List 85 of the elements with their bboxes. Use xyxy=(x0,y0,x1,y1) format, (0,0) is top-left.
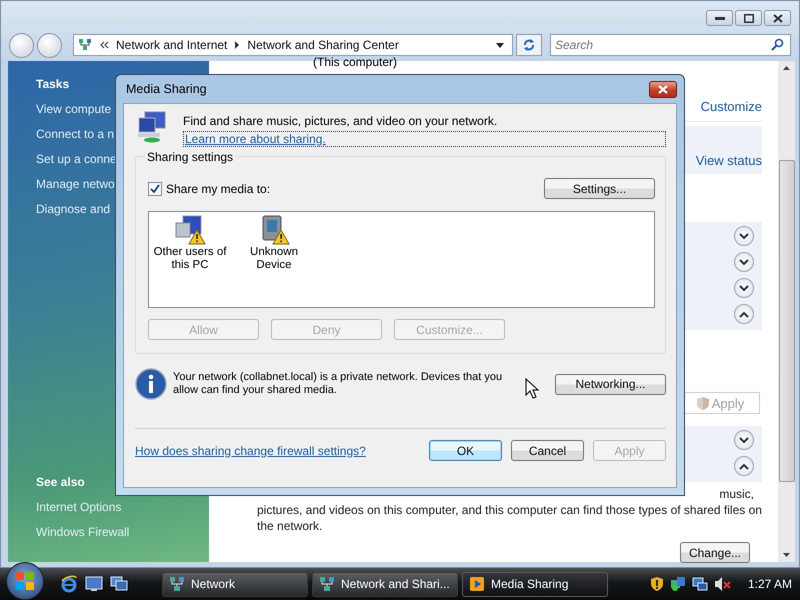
scrollbar[interactable] xyxy=(778,61,795,562)
computer-caption: (This computer) xyxy=(313,55,398,69)
description-text: pictures, and videos on this computer, and this computer can find those types of shared files on the network. xyxy=(257,502,763,534)
change-button[interactable]: Change... xyxy=(680,542,750,563)
intro-text: Find and share music, pictures, and video on your network. xyxy=(183,114,498,128)
network-connection-icon[interactable] xyxy=(692,576,708,592)
close-icon xyxy=(657,84,669,94)
network-icon xyxy=(169,576,185,592)
description-text: music, xyxy=(719,486,754,502)
dropdown-arrow-icon[interactable] xyxy=(496,42,504,48)
networking-button[interactable]: Networking... xyxy=(555,374,666,394)
task-link[interactable]: View compute xyxy=(36,102,112,116)
firewall-help-link[interactable]: How does sharing change firewall settings? xyxy=(135,444,366,458)
scroll-down-icon[interactable] xyxy=(783,553,790,557)
minimize-icon xyxy=(714,16,724,20)
taskbar-button[interactable]: Media Sharing xyxy=(462,572,608,596)
clock[interactable]: 1:27 AM xyxy=(748,577,792,591)
expand-button[interactable] xyxy=(734,226,754,246)
task-link[interactable]: Set up a conne xyxy=(36,152,117,166)
security-shield-icon[interactable] xyxy=(650,576,664,592)
windows-logo-icon xyxy=(13,569,37,593)
search-field[interactable]: Search xyxy=(550,34,791,56)
browser-icon[interactable] xyxy=(60,575,78,593)
checkbox[interactable] xyxy=(148,182,162,196)
maximize-icon xyxy=(744,14,754,22)
chevron-icon xyxy=(99,41,109,49)
device-list[interactable]: Other users of this PC Unknown Device xyxy=(148,211,655,308)
expand-button[interactable] xyxy=(734,430,754,450)
forward-button[interactable] xyxy=(37,32,62,58)
taskbar-button[interactable]: Network and Shari... xyxy=(312,572,458,596)
chevron-up-icon xyxy=(739,310,749,318)
dialog-button[interactable]: Cancel xyxy=(511,440,584,461)
close-button[interactable] xyxy=(649,80,677,98)
network-icon xyxy=(319,576,335,592)
chevron-down-icon xyxy=(739,284,749,292)
settings-button[interactable]: Settings... xyxy=(544,178,655,199)
search-icon[interactable] xyxy=(771,38,784,51)
computer-warning-icon xyxy=(173,214,207,246)
view-status-link[interactable]: View status xyxy=(696,153,762,168)
task-link[interactable]: Connect to a n xyxy=(36,127,114,141)
task-link[interactable]: Manage netwo xyxy=(36,177,115,191)
chevron-down-icon xyxy=(739,232,749,240)
breadcrumb[interactable]: Network and Internet xyxy=(116,38,228,52)
dialog-button[interactable]: OK xyxy=(429,440,502,461)
minimize-button[interactable] xyxy=(706,10,733,26)
task-link[interactable]: Diagnose and xyxy=(36,202,110,216)
taskbar-button[interactable]: Network xyxy=(162,572,308,596)
checkbox-label: Share my media to: xyxy=(166,182,270,196)
pane-heading: Tasks xyxy=(36,77,70,91)
mouse-cursor-icon xyxy=(525,378,539,399)
network-icon xyxy=(78,38,92,52)
pane-heading: See also xyxy=(36,475,85,489)
chevron-up-icon xyxy=(739,462,749,470)
dialog-title: Media Sharing xyxy=(126,82,207,96)
checkmark-icon xyxy=(150,184,160,193)
collapse-button[interactable] xyxy=(734,456,754,476)
media-player-icon xyxy=(469,576,485,592)
learn-more-link[interactable]: Learn more about sharing. xyxy=(183,131,666,147)
device-item[interactable]: Unknown Device xyxy=(237,214,311,305)
close-button[interactable] xyxy=(764,10,791,26)
breadcrumb-arrow-icon xyxy=(234,41,240,49)
refresh-button[interactable] xyxy=(516,34,542,56)
volume-muted-icon[interactable] xyxy=(714,576,732,592)
breadcrumb[interactable]: Network and Sharing Center xyxy=(247,38,399,52)
group-label: Sharing settings xyxy=(145,151,236,163)
address-bar[interactable]: Network and Internet Network and Sharing Center xyxy=(73,34,513,56)
desktop-icon[interactable] xyxy=(85,576,103,592)
info-icon xyxy=(135,368,167,400)
shield-icon xyxy=(696,396,710,410)
chevron-down-icon xyxy=(739,258,749,266)
expand-button[interactable] xyxy=(734,278,754,298)
maximize-button[interactable] xyxy=(735,10,762,26)
start-button[interactable] xyxy=(6,562,44,600)
close-icon xyxy=(772,14,782,22)
device-item[interactable]: Other users of this PC xyxy=(153,214,227,305)
expand-button[interactable] xyxy=(734,252,754,272)
network-note: Your network (collabnet.local) is a private network. Devices that you allow can find your shared media. xyxy=(173,371,504,397)
scroll-thumb[interactable] xyxy=(778,160,794,482)
network-status-icon[interactable] xyxy=(670,576,686,592)
collapse-button[interactable] xyxy=(734,304,754,324)
switch-windows-icon[interactable] xyxy=(110,576,128,592)
scroll-up-icon[interactable] xyxy=(783,66,790,70)
chevron-down-icon xyxy=(739,436,749,444)
back-button[interactable] xyxy=(9,32,34,58)
refresh-icon xyxy=(522,38,536,52)
